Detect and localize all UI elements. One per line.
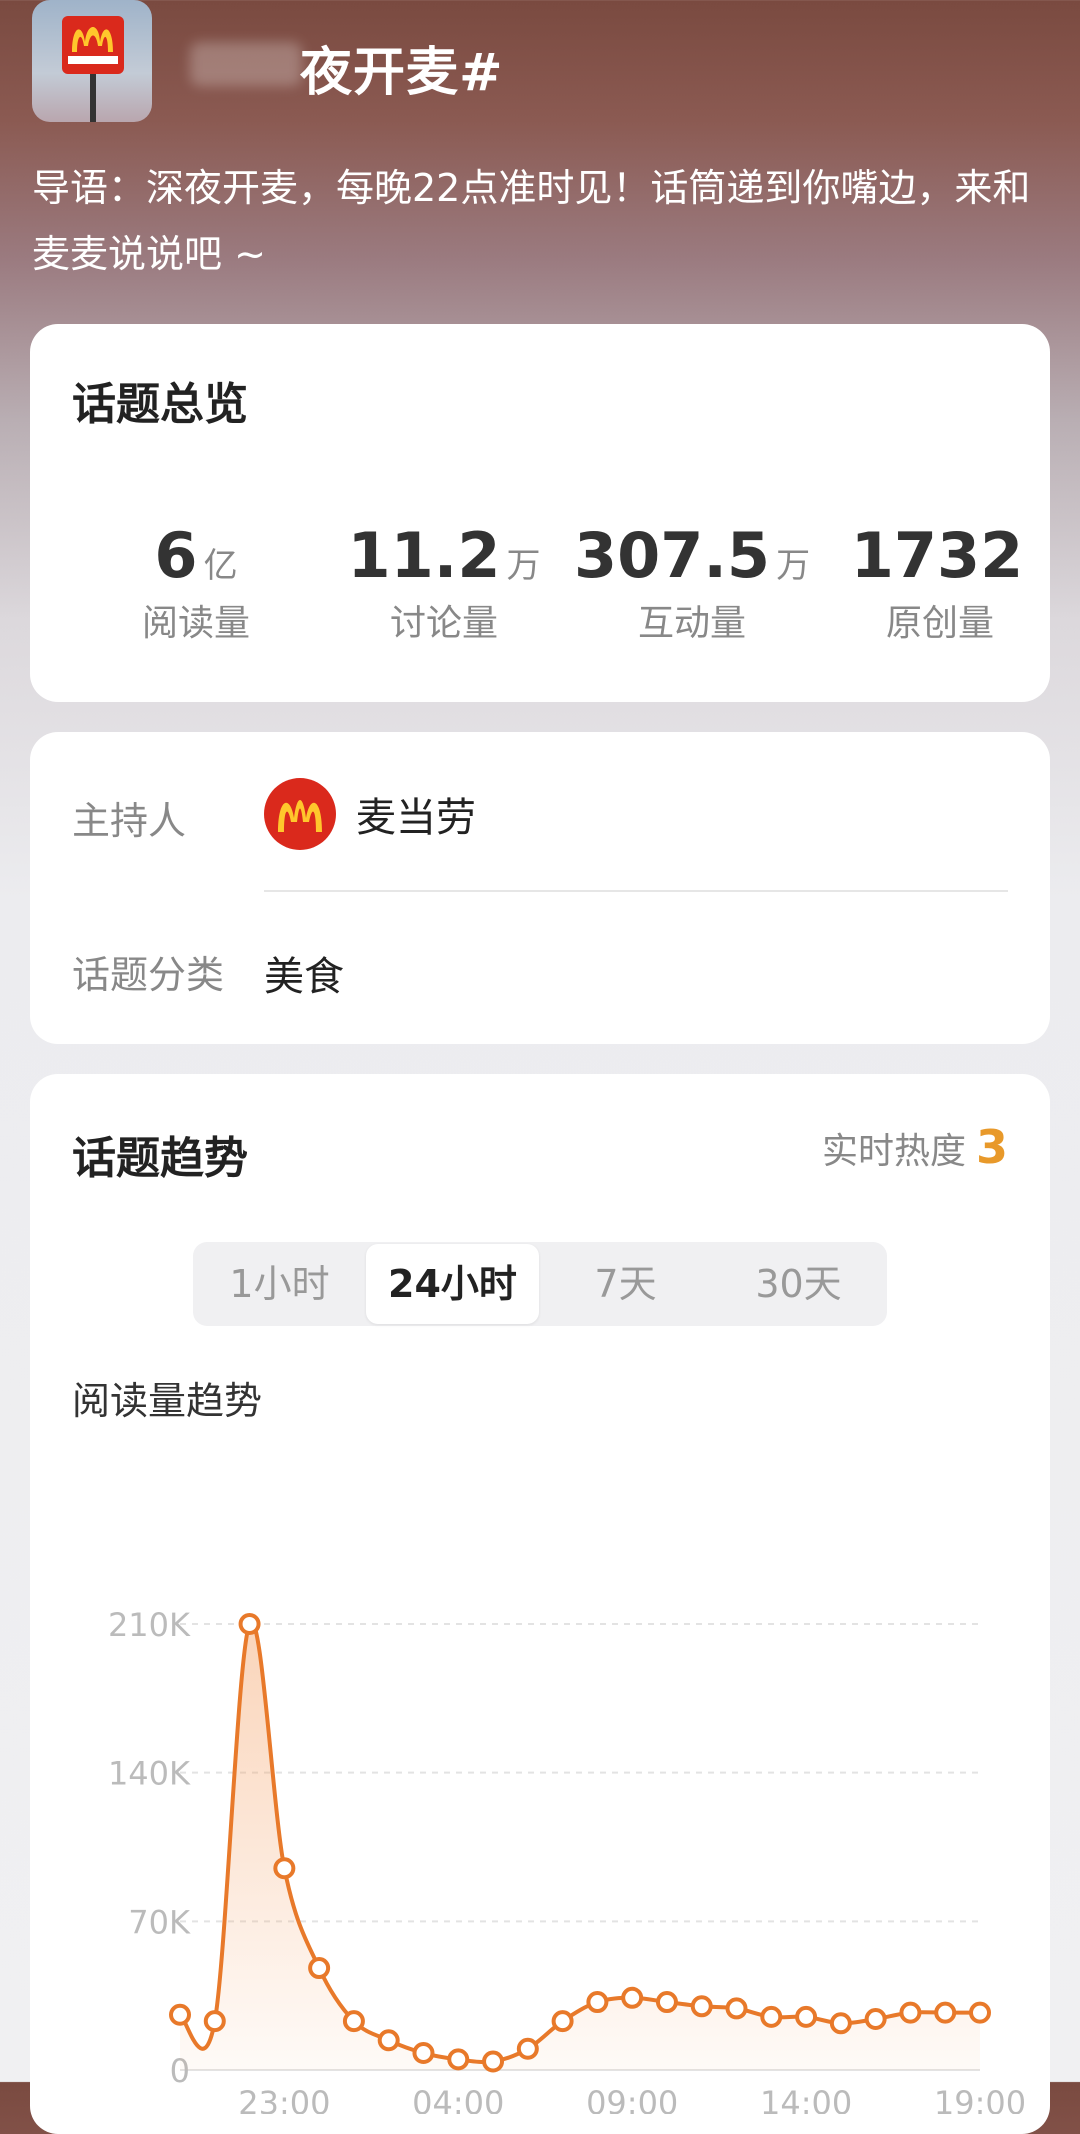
overview-card: 话题总览 6亿 阅读量 11.2 万 讨论量 307.5 万 互动量 1732 原创… xyxy=(30,324,1050,702)
x-tick-label: 04:00 xyxy=(412,2084,504,2114)
data-point xyxy=(864,2008,887,2031)
stat-label: 阅读量 xyxy=(141,603,250,644)
overview-title: 话题总览 xyxy=(72,379,248,430)
chart-title: 阅读量趋势 xyxy=(72,1379,263,1423)
data-point xyxy=(516,2037,539,2060)
y-tick-label: 70K xyxy=(128,1903,191,1941)
data-point xyxy=(725,1997,748,2020)
read-trend-chart: 210K140K70K0 23:00 04:00 09:00 14:00 19:00 xyxy=(108,1606,1026,2114)
realtime-value: 3 xyxy=(975,1120,1008,1174)
y-tick-label: 140K xyxy=(108,1755,191,1793)
stat-discussion: 11.2 万 讨论量 xyxy=(324,519,564,646)
x-tick-label: 23:00 xyxy=(238,2084,330,2114)
data-point xyxy=(655,1991,678,2014)
tab-7-days[interactable]: 7天 xyxy=(539,1242,712,1326)
x-tick-label: 19:00 xyxy=(934,2084,1026,2114)
stat-unit: 亿 xyxy=(203,546,238,586)
data-point xyxy=(238,1613,261,1635)
data-point xyxy=(621,1986,644,2009)
time-range-tabs: 1小时 24小时 7天 30天 xyxy=(193,1242,887,1326)
stat-interaction: 307.5 万 互动量 xyxy=(572,519,812,646)
realtime-label: 实时热度 xyxy=(821,1131,966,1172)
category-value: 美食 xyxy=(264,954,344,1000)
data-point xyxy=(412,2042,435,2065)
stat-label: 讨论量 xyxy=(389,603,498,644)
stat-value: 11.2 xyxy=(347,519,501,592)
trend-title: 话题趋势 xyxy=(72,1133,248,1184)
data-point xyxy=(969,2001,991,2024)
divider xyxy=(264,890,1008,892)
data-point xyxy=(203,2010,226,2033)
host-label: 主持人 xyxy=(72,799,187,843)
data-point xyxy=(586,1991,609,2014)
stat-value: 1732 xyxy=(850,519,1024,592)
data-point xyxy=(795,2005,818,2028)
stat-unit: 万 xyxy=(506,546,541,586)
host-entry[interactable]: 麦当劳 xyxy=(264,776,476,852)
stat-original: 1732 原创量 xyxy=(820,519,1060,646)
tab-30-days[interactable]: 30天 xyxy=(712,1242,885,1326)
mcdonalds-sign-image xyxy=(62,16,124,122)
stat-read: 6亿 阅读量 xyxy=(76,519,316,646)
data-point xyxy=(829,2012,852,2035)
data-point xyxy=(760,2005,783,2028)
data-point xyxy=(377,2029,400,2052)
topic-description: 导语：深夜开麦，每晚22点准时见！话筒递到你嘴边，来和麦麦说说吧 ~ xyxy=(32,166,1031,276)
data-point xyxy=(934,2001,957,2024)
x-tick-label: 09:00 xyxy=(586,2084,678,2114)
trend-card: 话题趋势 实时热度 3 1小时 24小时 7天 30天 阅读量趋势 210K 14… xyxy=(30,1074,1050,2134)
topic-logo xyxy=(32,0,152,122)
info-card: 主持人 麦当劳 话题分类 美食 xyxy=(30,732,1050,1044)
data-point xyxy=(482,2050,505,2073)
x-tick-label: 14:00 xyxy=(760,2084,852,2114)
data-point xyxy=(273,1857,296,1880)
realtime-heat: 实时热度 3 xyxy=(822,1120,1008,1174)
mcdonalds-avatar-icon xyxy=(264,778,336,850)
data-point xyxy=(308,1957,331,1980)
topic-title: 夜开麦# xyxy=(300,43,504,103)
tab-1-hour[interactable]: 1小时 xyxy=(193,1242,366,1326)
data-point xyxy=(551,2010,574,2033)
data-point xyxy=(342,2010,365,2033)
stat-label: 互动量 xyxy=(637,603,746,644)
data-point xyxy=(690,1995,713,2018)
title-blur xyxy=(190,42,302,86)
y-tick-label: 210K xyxy=(108,1606,191,1644)
host-name: 麦当劳 xyxy=(356,795,476,841)
tab-24-hours[interactable]: 24小时 xyxy=(366,1244,539,1324)
data-point xyxy=(169,2003,191,2026)
stat-value: 307.5 xyxy=(573,519,771,592)
data-point xyxy=(447,2048,470,2071)
stat-unit: 万 xyxy=(776,546,811,586)
stat-label: 原创量 xyxy=(885,603,994,644)
series-area xyxy=(180,1621,980,2070)
stat-value: 6 xyxy=(154,519,198,592)
data-point xyxy=(899,2001,922,2024)
category-label: 话题分类 xyxy=(72,953,225,997)
